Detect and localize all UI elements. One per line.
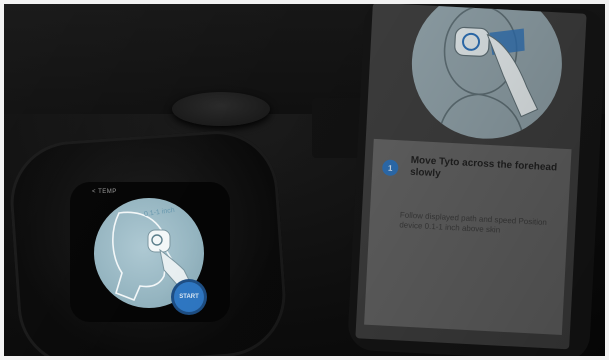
- back-temp-button[interactable]: < TEMP: [92, 189, 117, 195]
- phone-screen: 1 Move Tyto across the forehead slowly F…: [355, 4, 587, 350]
- step-title: Move Tyto across the forehead slowly: [409, 154, 558, 180]
- step-instructions: Follow displayed path and speed Position…: [399, 210, 548, 235]
- start-button[interactable]: START: [174, 282, 204, 312]
- head-with-device-icon: [437, 5, 539, 141]
- charging-dock-cap: [172, 92, 270, 126]
- phone-instruction-illustration: [408, 4, 566, 143]
- start-button-label: START: [179, 294, 199, 300]
- step-number-badge: 1: [381, 159, 399, 177]
- photo-scene: < TEMP 0.1-1 inch START 1 Move Tyto acro…: [4, 4, 605, 356]
- instruction-card: 1 Move Tyto across the forehead slowly F…: [364, 138, 572, 335]
